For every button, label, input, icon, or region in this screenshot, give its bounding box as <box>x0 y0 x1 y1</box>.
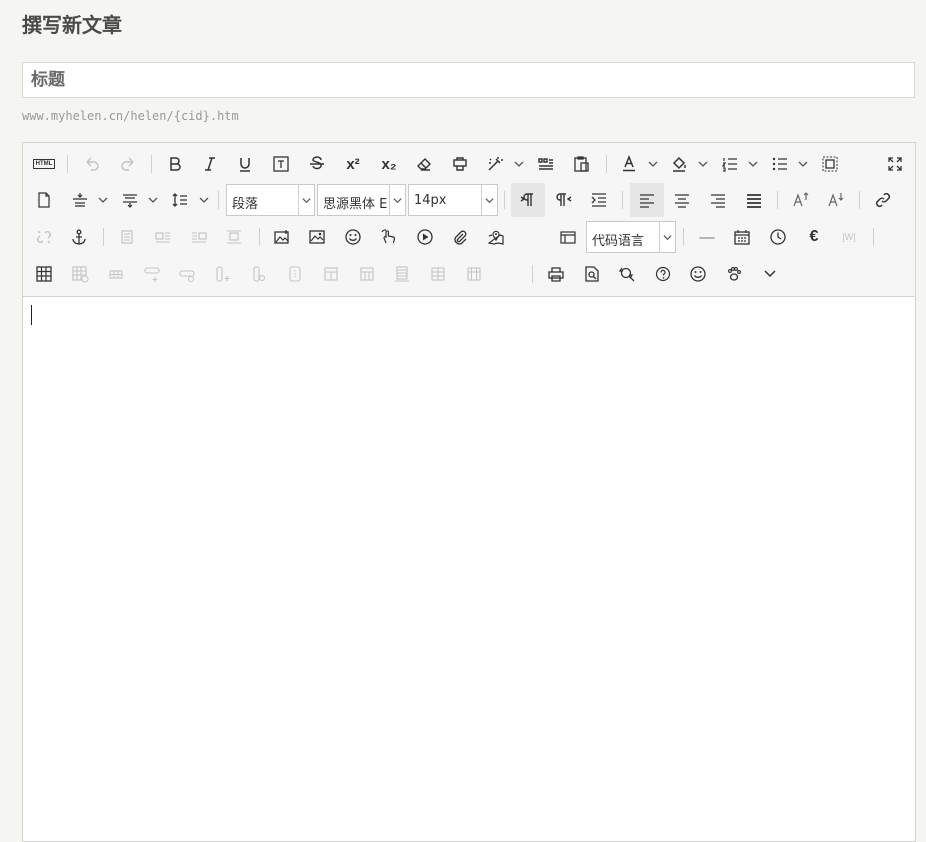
insert-row-icon[interactable] <box>139 261 165 287</box>
superscript-icon[interactable]: x² <box>340 151 366 177</box>
chevron-down-icon <box>298 185 314 215</box>
paragraph-format-select[interactable]: 段落 <box>226 184 315 216</box>
unlink-icon[interactable] <box>31 224 57 250</box>
underline-icon[interactable] <box>232 151 258 177</box>
fullscreen-icon[interactable] <box>882 151 908 177</box>
auto-typeset-dropdown-arrow-icon[interactable] <box>514 159 524 169</box>
map-icon[interactable] <box>483 224 509 250</box>
chevron-down-icon <box>389 185 405 215</box>
html-source-icon[interactable]: HTML <box>31 151 57 177</box>
lowercase-icon[interactable] <box>823 187 849 213</box>
chevron-down-icon <box>481 185 497 215</box>
strikethrough-icon[interactable] <box>304 151 330 177</box>
subscript-icon[interactable]: x₂ <box>376 151 402 177</box>
title-input[interactable] <box>22 62 915 98</box>
preview-icon[interactable] <box>579 261 605 287</box>
font-color-icon[interactable] <box>616 151 642 177</box>
align-right-icon[interactable] <box>705 187 731 213</box>
more-chevron-down-icon[interactable] <box>757 261 783 287</box>
image-none-icon[interactable] <box>114 224 140 250</box>
justify-icon[interactable] <box>741 187 767 213</box>
insert-image-icon[interactable] <box>269 224 295 250</box>
unordered-list-icon[interactable] <box>767 151 793 177</box>
row-spacing-top-icon[interactable] <box>67 187 93 213</box>
horizontal-rule-icon[interactable]: — <box>694 224 720 250</box>
uppercase-icon[interactable] <box>788 187 814 213</box>
chevron-down-icon <box>659 222 675 252</box>
delete-row-icon[interactable] <box>174 261 200 287</box>
split-to-cells-icon[interactable] <box>461 261 487 287</box>
undo-icon[interactable] <box>79 151 105 177</box>
code-language-select[interactable]: 代码语言 <box>586 221 676 253</box>
direction-ltr-icon[interactable] <box>511 183 545 217</box>
font-border-icon[interactable] <box>268 151 294 177</box>
search-replace-icon[interactable] <box>614 261 640 287</box>
select-all-icon[interactable] <box>817 151 843 177</box>
delete-table-icon[interactable] <box>67 261 93 287</box>
link-icon[interactable] <box>870 187 896 213</box>
merge-cells-icon[interactable] <box>282 261 308 287</box>
background-color-dropdown-arrow-icon[interactable] <box>698 159 708 169</box>
italic-icon[interactable] <box>197 151 223 177</box>
baidu-paw-icon[interactable] <box>721 261 747 287</box>
delete-col-icon[interactable] <box>246 261 272 287</box>
special-chars-icon[interactable]: € <box>801 224 827 250</box>
multi-image-icon[interactable] <box>304 224 330 250</box>
split-to-rows-icon[interactable] <box>389 261 415 287</box>
image-right-icon[interactable] <box>186 224 212 250</box>
font-color-dropdown-arrow-icon[interactable] <box>648 159 658 169</box>
print-icon[interactable] <box>543 261 569 287</box>
font-size-select[interactable]: 14px <box>408 184 498 216</box>
editor-toolbar: HTML x² x₂ 段落 思源黑体 E 14px 代码语言 — € [W] <box>23 143 915 297</box>
ordered-list-icon[interactable] <box>717 151 743 177</box>
new-document-icon[interactable] <box>31 187 57 213</box>
emotion-icon[interactable] <box>685 261 711 287</box>
text-caret <box>31 305 32 325</box>
date-icon[interactable] <box>729 224 755 250</box>
insert-video-icon[interactable] <box>412 224 438 250</box>
emoji-icon[interactable] <box>340 224 366 250</box>
row-spacing-bottom-dropdown-arrow-icon[interactable] <box>148 195 158 205</box>
insert-col-icon[interactable] <box>210 261 236 287</box>
help-icon[interactable] <box>650 261 676 287</box>
eraser-icon[interactable] <box>411 151 437 177</box>
direction-rtl-icon[interactable] <box>551 187 577 213</box>
merge-down-icon[interactable] <box>354 261 380 287</box>
row-spacing-top-dropdown-arrow-icon[interactable] <box>98 195 108 205</box>
redo-icon[interactable] <box>115 151 141 177</box>
wordimage-icon[interactable]: [W] <box>836 224 862 250</box>
indent-icon[interactable] <box>586 187 612 213</box>
anchor-icon[interactable] <box>66 224 92 250</box>
rich-text-editor: HTML x² x₂ 段落 思源黑体 E 14px 代码语言 — € [W] <box>22 142 916 842</box>
attachment-icon[interactable] <box>447 224 473 250</box>
image-left-icon[interactable] <box>150 224 176 250</box>
line-height-dropdown-arrow-icon[interactable] <box>199 195 209 205</box>
unordered-list-dropdown-arrow-icon[interactable] <box>798 159 808 169</box>
line-height-icon[interactable] <box>167 187 193 213</box>
blockquote-icon[interactable] <box>533 151 559 177</box>
scrawl-icon[interactable] <box>376 224 402 250</box>
bold-icon[interactable] <box>162 151 188 177</box>
template-icon[interactable] <box>555 224 581 250</box>
permalink-text: www.myhelen.cn/helen/{cid}.htm <box>22 109 239 123</box>
background-color-icon[interactable] <box>666 151 692 177</box>
merge-right-icon[interactable] <box>318 261 344 287</box>
auto-typeset-icon[interactable] <box>482 151 508 177</box>
time-icon[interactable] <box>765 224 791 250</box>
row-spacing-bottom-icon[interactable] <box>117 187 143 213</box>
insert-paragraph-before-table-icon[interactable] <box>103 261 129 287</box>
paste-plain-icon[interactable] <box>568 151 594 177</box>
font-family-select[interactable]: 思源黑体 E <box>317 184 406 216</box>
split-to-cols-icon[interactable] <box>425 261 451 287</box>
insert-table-icon[interactable] <box>31 261 57 287</box>
editor-content-area[interactable] <box>23 297 915 841</box>
format-painter-icon[interactable] <box>447 151 473 177</box>
ordered-list-dropdown-arrow-icon[interactable] <box>748 159 758 169</box>
align-left-icon[interactable] <box>630 183 664 217</box>
align-center-icon[interactable] <box>669 187 695 213</box>
image-center-icon[interactable] <box>221 224 247 250</box>
page-title: 撰写新文章 <box>22 13 122 37</box>
